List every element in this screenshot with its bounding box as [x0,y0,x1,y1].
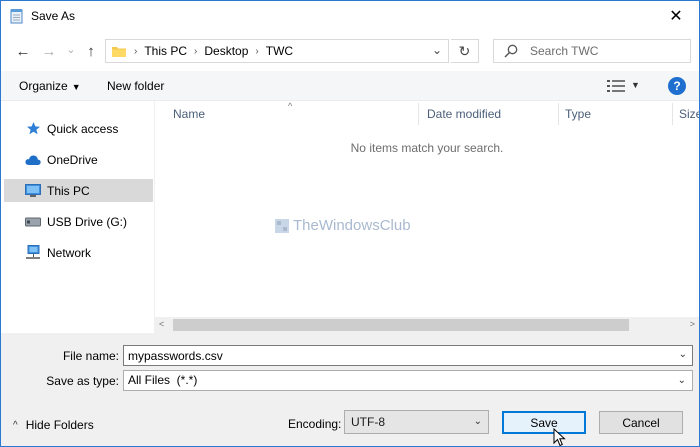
sidebar-item-label: OneDrive [47,152,98,167]
recent-locations-button[interactable]: ⌄ [61,39,81,59]
view-options-caret-icon[interactable]: ▼ [631,80,640,90]
column-header-date-modified[interactable]: Date modified [427,101,501,127]
sidebar-item-usb-drive[interactable]: USB Drive (G:) [4,210,153,233]
view-details-icon[interactable] [607,80,625,92]
hide-folders-button[interactable]: ^ Hide Folders [13,418,94,432]
refresh-icon: ↻ [458,42,471,59]
address-bar[interactable]: › This PC › Desktop › TWC ⌄ [105,39,449,63]
monitor-icon [25,183,41,199]
search-input[interactable]: Search TWC [493,39,691,63]
save-as-dialog: Save As ✕ ← → ⌄ ↑ › This PC › Desktop › [0,0,700,447]
navigation-pane: Quick access OneDrive This PC USB Drive … [1,101,155,333]
close-icon: ✕ [669,8,683,25]
horizontal-scrollbar[interactable]: < > [155,317,699,333]
breadcrumb-separator: › [134,45,138,57]
chevron-up-icon: ^ [13,419,18,431]
savetype-label: Save as type: [46,374,119,388]
watermark-text: TheWindowsClub [293,217,411,234]
help-icon[interactable]: ? [668,77,686,95]
folder-icon [112,46,126,57]
navigation-bar: ← → ⌄ ↑ › This PC › Desktop › TWC ⌄ ↻ Se… [1,31,699,71]
scroll-right-icon[interactable]: > [690,319,695,329]
encoding-value: UTF-8 [351,415,385,429]
savetype-value: All Files (*.*) [128,373,198,387]
title-bar: Save As ✕ [1,1,699,31]
scrollbar-thumb[interactable] [173,319,629,331]
hide-folders-label: Hide Folders [25,418,94,432]
savetype-select[interactable]: All Files (*.*) ⌄ [123,370,693,391]
network-icon [25,245,41,261]
sidebar-item-network[interactable]: Network [4,241,153,264]
organize-button[interactable]: Organize ▼ [19,79,81,93]
arrow-left-icon: ← [15,42,31,60]
breadcrumb-separator: › [194,45,198,57]
filename-label: File name: [62,349,119,363]
sidebar-item-this-pc[interactable]: This PC [4,179,153,202]
close-button[interactable]: ✕ [653,1,699,31]
sort-ascending-icon: ^ [288,101,293,111]
new-folder-button[interactable]: New folder [107,79,164,93]
organize-label: Organize [19,79,68,93]
column-header-name[interactable]: Name [173,101,205,127]
encoding-label: Encoding: [288,417,342,431]
breadcrumb-separator: › [255,45,259,57]
star-icon [25,121,41,137]
savetype-dropdown-icon: ⌄ [677,375,686,386]
encoding-select[interactable]: UTF-8 ⌄ [344,410,489,434]
forward-button[interactable]: → [39,41,59,61]
scroll-left-icon[interactable]: < [159,319,164,329]
notepad-icon [10,9,23,24]
watermark: TheWindowsClub [275,217,411,234]
dialog-footer: ^ Hide Folders Encoding: UTF-8 ⌄ Save Ca… [1,406,699,446]
search-icon [504,44,518,58]
mouse-cursor-icon [553,428,566,447]
sidebar-item-label: This PC [47,183,90,198]
sidebar-item-label: Network [47,245,92,260]
filename-field[interactable] [123,345,693,366]
search-placeholder: Search TWC [530,44,599,58]
back-button[interactable]: ← [13,41,33,61]
breadcrumb-this-pc[interactable]: This PC [144,44,187,58]
breadcrumb-twc[interactable]: TWC [266,44,293,58]
column-header-size[interactable]: Size [679,101,699,127]
window-title: Save As [31,9,76,23]
savetype-row: Save as type: All Files (*.*) ⌄ [1,370,699,392]
arrow-right-icon: → [41,42,57,60]
chevron-down-icon: ⌄ [66,43,76,56]
column-divider[interactable] [672,103,673,125]
command-toolbar: Organize ▼ New folder ▼ ? [1,71,699,101]
breadcrumb-desktop[interactable]: Desktop [204,44,248,58]
cancel-button[interactable]: Cancel [599,411,683,434]
up-button[interactable]: ↑ [81,41,101,61]
save-button[interactable]: Save [502,411,586,434]
sidebar-item-label: USB Drive (G:) [47,214,128,229]
column-divider[interactable] [558,103,559,125]
column-divider[interactable] [418,103,419,125]
sidebar-item-onedrive[interactable]: OneDrive [4,148,153,171]
refresh-button[interactable]: ↻ [451,39,479,63]
caret-down-icon: ▼ [71,82,81,92]
sidebar-item-quick-access[interactable]: Quick access [4,117,153,140]
empty-folder-message: No items match your search. [350,141,504,155]
cloud-icon [25,152,41,168]
column-header-type[interactable]: Type [565,101,591,127]
arrow-up-icon: ↑ [87,42,95,60]
filename-row: File name: ⌄ [1,345,699,367]
encoding-dropdown-icon: ⌄ [473,416,482,427]
file-list-pane: ^ Name Date modified Type Size No items … [155,101,699,333]
filename-dropdown-icon[interactable]: ⌄ [679,349,687,360]
watermark-logo-icon [275,218,289,233]
sidebar-item-label: Quick access [47,121,119,136]
usb-drive-icon [25,214,41,230]
address-dropdown-icon[interactable]: ⌄ [432,43,442,57]
